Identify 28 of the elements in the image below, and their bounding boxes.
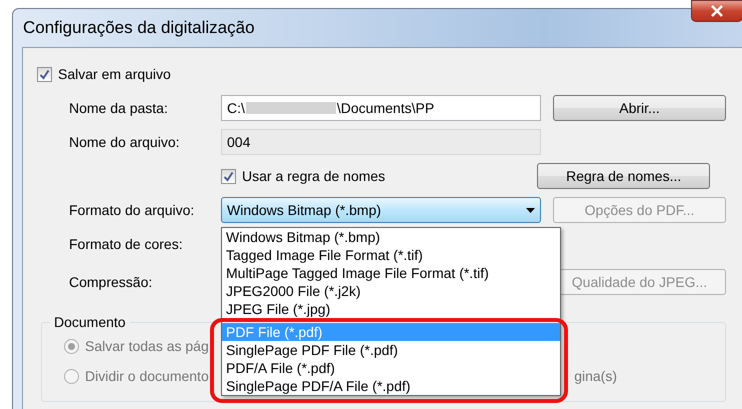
dropdown-arrow-icon <box>526 208 535 212</box>
dropdown-option[interactable]: Windows Bitmap (*.bmp) <box>222 228 560 246</box>
checkbox-label: Usar a regra de nomes <box>242 168 386 184</box>
field-label: Formato de cores: <box>69 236 184 252</box>
radio-label: Salvar todas as pág <box>85 338 209 354</box>
dropdown-option[interactable]: PDF/A File (*.pdf) <box>222 359 560 377</box>
folder-field[interactable]: C:\ \Documents\PP <box>221 95 541 121</box>
checkbox-label: Salvar em arquivo <box>58 66 171 82</box>
field-label: Compressão: <box>69 274 154 290</box>
window-title: Configurações da digitalização <box>23 18 255 38</box>
radio-label: Dividir o documento <box>85 368 209 384</box>
group-title: Documento <box>50 314 130 330</box>
dropdown-option[interactable]: Tagged Image File Format (*.tif) <box>222 246 560 264</box>
checkbox[interactable] <box>221 168 236 184</box>
dropdown-option[interactable]: SinglePage PDF/A File (*.pdf) <box>222 377 560 395</box>
field-value: \Documents\PP <box>336 100 434 116</box>
dropdown-option[interactable]: SinglePage PDF File (*.pdf) <box>222 341 560 359</box>
field-value: C:\ <box>227 100 245 116</box>
close-icon <box>710 5 724 17</box>
unit-label: gina(s) <box>574 368 617 384</box>
naming-rule-button[interactable]: Regra de nomes... <box>537 163 710 189</box>
field-label: Nome da pasta: <box>69 100 169 116</box>
field-label: Nome do arquivo: <box>69 134 181 150</box>
dropdown-option[interactable]: JPEG File (*.jpg) <box>222 300 560 318</box>
close-button[interactable] <box>691 0 742 22</box>
open-button[interactable]: Abrir... <box>553 95 726 121</box>
field-label: Formato do arquivo: <box>69 202 196 218</box>
checkbox[interactable] <box>37 66 52 82</box>
